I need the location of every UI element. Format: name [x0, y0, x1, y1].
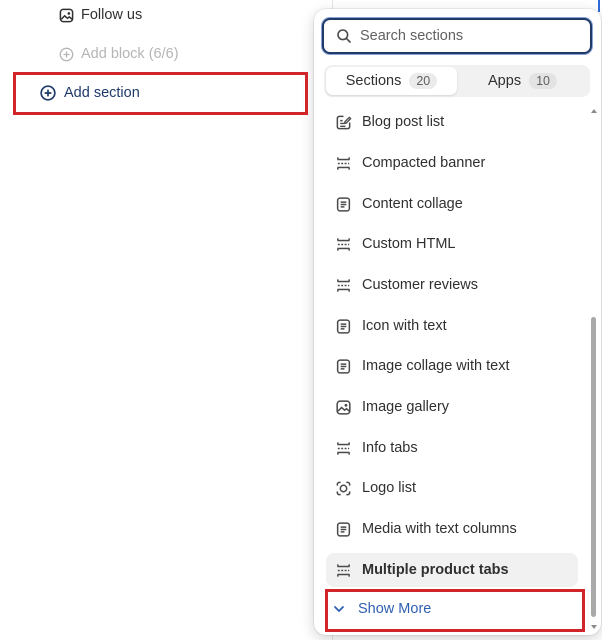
section-item-label: Image collage with text: [362, 358, 510, 374]
add-section-popover: Sections 20 Apps 10 Blog post list Compac…: [314, 9, 601, 635]
tab-apps[interactable]: Apps 10: [457, 67, 588, 95]
section-type-tabs: Sections 20 Apps 10: [324, 65, 590, 97]
section-list-item[interactable]: Image collage with text: [326, 349, 578, 383]
search-icon: [336, 28, 352, 44]
tree-item-label: Follow us: [81, 7, 143, 23]
section-list-item[interactable]: Media with text columns: [326, 512, 578, 546]
section-item-label: Compacted banner: [362, 155, 486, 171]
highlight-show-more: [325, 589, 585, 632]
section-list-item[interactable]: Multiple product tabs: [326, 553, 578, 587]
add-block-button[interactable]: Add block (6/6): [58, 44, 179, 64]
section-list-item[interactable]: Compacted banner: [326, 146, 578, 180]
section-list-item[interactable]: Logo list: [326, 471, 578, 505]
image-icon: [334, 398, 352, 416]
section-layout-icon: [334, 439, 352, 457]
section-list: Blog post list Compacted banner Content co…: [314, 101, 594, 591]
search-input[interactable]: [360, 28, 580, 44]
scroll-down-arrow[interactable]: [591, 625, 597, 629]
text-block-icon: [334, 195, 352, 213]
section-layout-icon: [334, 235, 352, 253]
preview-edge-accent: [598, 0, 600, 12]
list-scrollbar[interactable]: [590, 105, 598, 631]
section-layout-icon: [334, 276, 352, 294]
scroll-up-arrow[interactable]: [591, 109, 597, 113]
search-field[interactable]: [322, 18, 592, 54]
theme-editor: Follow us Add block (6/6) Add section Se…: [0, 0, 602, 640]
section-item-label: Blog post list: [362, 114, 445, 130]
text-block-icon: [334, 317, 352, 335]
section-list-item[interactable]: Blog post list: [326, 105, 578, 139]
section-list-item[interactable]: Icon with text: [326, 309, 578, 343]
text-block-icon: [334, 357, 352, 375]
edit-document-icon: [334, 113, 352, 131]
count-badge: 20: [409, 73, 438, 89]
section-item-label: Icon with text: [362, 318, 447, 334]
section-list-item[interactable]: Image gallery: [326, 390, 578, 424]
plus-circle-icon: [58, 46, 74, 62]
scroll-thumb[interactable]: [591, 317, 596, 617]
section-item-label: Logo list: [362, 480, 417, 496]
section-list-item[interactable]: Customer reviews: [326, 268, 578, 302]
section-item-label: Custom HTML: [362, 236, 456, 252]
section-item-label: Multiple product tabs: [362, 562, 509, 578]
add-block-label: Add block (6/6): [81, 46, 179, 62]
section-item-label: Customer reviews: [362, 277, 479, 293]
section-layout-icon: [334, 561, 352, 579]
section-item-label: Info tabs: [362, 440, 418, 456]
section-item-label: Media with text columns: [362, 521, 517, 537]
count-badge: 10: [529, 73, 557, 89]
tab-label: Apps: [488, 73, 522, 89]
text-block-icon: [334, 520, 352, 538]
section-list-item[interactable]: Custom HTML: [326, 227, 578, 261]
highlight-add-section: [13, 72, 308, 115]
tab-sections[interactable]: Sections 20: [326, 67, 457, 95]
section-item-label: Image gallery: [362, 399, 450, 415]
logo-frame-icon: [334, 479, 352, 497]
tab-label: Sections: [345, 73, 402, 89]
image-icon: [58, 7, 74, 23]
section-list-item[interactable]: Info tabs: [326, 431, 578, 465]
section-list-item[interactable]: Content collage: [326, 187, 578, 221]
section-item-label: Content collage: [362, 196, 463, 212]
tree-item-follow-us[interactable]: Follow us: [58, 5, 142, 25]
section-layout-icon: [334, 154, 352, 172]
